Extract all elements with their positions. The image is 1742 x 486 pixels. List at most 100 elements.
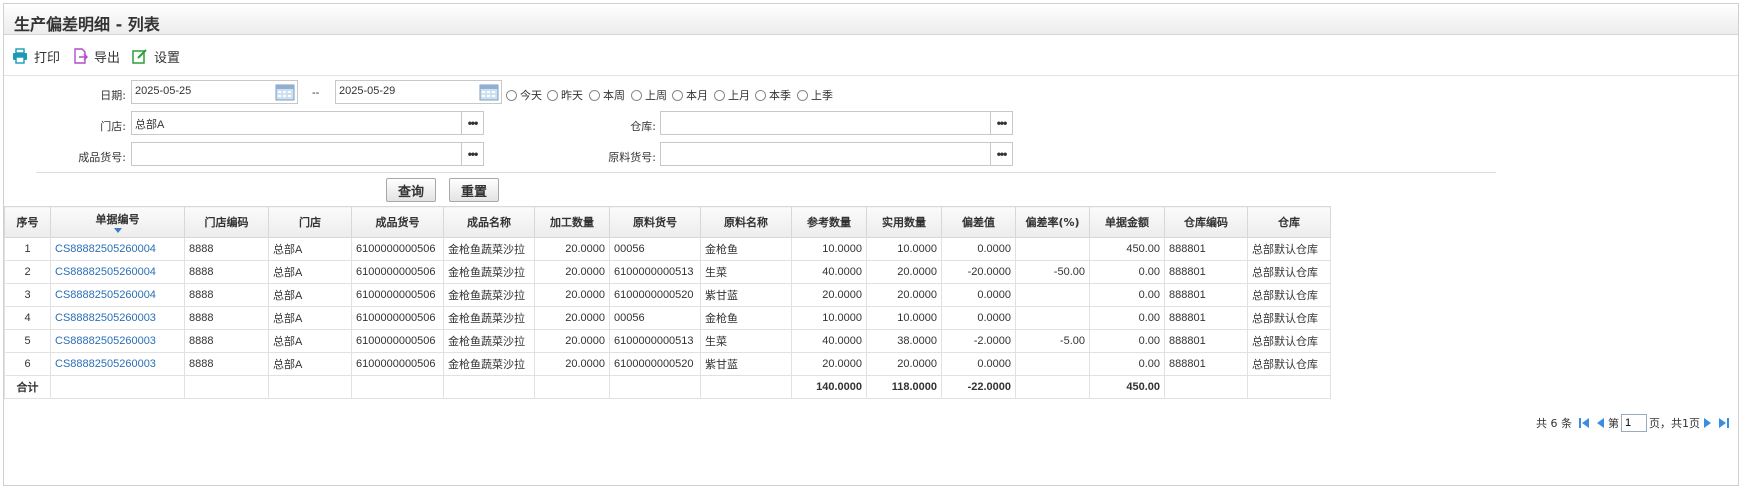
print-label: 打印 <box>34 50 61 66</box>
cell-material-code: 6100000000513 <box>609 260 701 284</box>
cell-actual-qty: 10.0000 <box>866 306 942 330</box>
product-code-label: 成品货号: <box>78 151 126 164</box>
table-row[interactable]: 1 CS88882505260004 8888 总部A 6100000000506 金枪鱼… <box>4 237 1331 261</box>
store-input[interactable]: 总部A ••• <box>131 111 484 135</box>
cell-process-qty: 20.0000 <box>534 237 610 261</box>
range-radio-yesterday[interactable]: 昨天 <box>547 87 583 103</box>
material-picker-button[interactable]: ••• <box>990 143 1012 165</box>
last-page-icon[interactable] <box>1718 417 1730 429</box>
column-header[interactable]: 参考数量 <box>791 206 867 238</box>
export-button[interactable]: 导出 <box>72 46 120 66</box>
cell-product-name: 金枪鱼蔬菜沙拉 <box>443 260 535 284</box>
cell-material-name: 生菜 <box>700 260 792 284</box>
cell-doc-number: CS88882505260004 <box>50 283 185 307</box>
cell-deviation-rate: -50.00 <box>1015 260 1090 284</box>
column-header[interactable]: 单据金额 <box>1089 206 1165 238</box>
range-radio-today[interactable]: 今天 <box>506 87 542 103</box>
column-header[interactable]: 原料名称 <box>700 206 792 238</box>
range-radio-last-week[interactable]: 上周 <box>631 87 667 103</box>
cell-deviation-value: -20.0000 <box>941 260 1016 284</box>
column-header[interactable]: 实用数量 <box>866 206 942 238</box>
cell-doc-amount: 0.00 <box>1089 306 1165 330</box>
doc-number-link[interactable]: CS88882505260004 <box>55 266 156 278</box>
range-radio-this-month[interactable]: 本月 <box>672 87 708 103</box>
doc-number-link[interactable]: CS88882505260003 <box>55 312 156 324</box>
column-header[interactable]: 仓库 <box>1247 206 1331 238</box>
column-header[interactable]: 偏差值 <box>941 206 1016 238</box>
radio-circle[interactable] <box>589 89 600 101</box>
table-row[interactable]: 3 CS88882505260004 8888 总部A 6100000000506 金枪鱼… <box>4 283 1331 307</box>
date-to-input[interactable]: 2025-05-29 <box>335 80 502 104</box>
column-header[interactable]: 仓库编码 <box>1164 206 1248 238</box>
date-from-value: 2025-05-25 <box>135 85 192 97</box>
table-row[interactable]: 5 CS88882505260003 8888 总部A 6100000000506 金枪鱼… <box>4 329 1331 353</box>
radio-circle[interactable] <box>755 89 766 101</box>
print-button[interactable]: 打印 <box>12 46 60 66</box>
cell-doc-amount: 450.00 <box>1089 237 1165 261</box>
column-header[interactable]: 序号 <box>4 206 51 238</box>
next-page-icon[interactable] <box>1702 417 1714 429</box>
cell-product-name: 金枪鱼蔬菜沙拉 <box>443 306 535 330</box>
warehouse-picker-button[interactable]: ••• <box>990 112 1012 134</box>
column-header[interactable]: 偏差率(%) <box>1015 206 1090 238</box>
column-header[interactable]: 成品货号 <box>351 206 444 238</box>
product-code-input[interactable]: ••• <box>131 142 484 166</box>
cell-deviation-rate <box>1015 306 1090 330</box>
table-row[interactable]: 4 CS88882505260003 8888 总部A 6100000000506 金枪鱼… <box>4 306 1331 330</box>
column-header[interactable]: 加工数量 <box>534 206 610 238</box>
radio-circle[interactable] <box>714 89 725 101</box>
cell-deviation-value: -2.0000 <box>941 329 1016 353</box>
column-header[interactable]: 门店编码 <box>184 206 269 238</box>
material-code-input[interactable]: ••• <box>660 142 1013 166</box>
doc-number-link[interactable]: CS88882505260003 <box>55 335 156 347</box>
page-number-input[interactable] <box>1621 414 1647 432</box>
product-picker-button[interactable]: ••• <box>461 143 483 165</box>
range-radio-last-month[interactable]: 上月 <box>714 87 750 103</box>
table-row[interactable]: 2 CS88882505260004 8888 总部A 6100000000506 金枪鱼… <box>4 260 1331 284</box>
calendar-icon[interactable] <box>275 83 295 101</box>
column-header[interactable]: 成品名称 <box>443 206 535 238</box>
warehouse-input[interactable]: ••• <box>660 111 1013 135</box>
page-title: 生产偏差明细 - 列表 <box>14 15 160 34</box>
doc-number-link[interactable]: CS88882505260004 <box>55 243 156 255</box>
first-page-icon[interactable] <box>1578 417 1590 429</box>
cell-warehouse-name: 总部默认仓库 <box>1247 260 1331 284</box>
table-body: 1 CS88882505260004 8888 总部A 6100000000506 金枪鱼… <box>4 237 1331 399</box>
cell-deviation-rate: -5.00 <box>1015 329 1090 353</box>
calendar-icon[interactable] <box>479 83 499 101</box>
cell-ref-qty: 10.0000 <box>791 306 867 330</box>
table-row[interactable]: 6 CS88882505260003 8888 总部A 6100000000506 金枪鱼… <box>4 352 1331 376</box>
cell-ref-qty: 20.0000 <box>791 283 867 307</box>
reset-button[interactable]: 重置 <box>449 178 499 202</box>
column-header-doc-no[interactable]: 单据编号 <box>50 206 185 238</box>
column-header[interactable]: 门店 <box>268 206 352 238</box>
column-header[interactable]: 原料货号 <box>609 206 701 238</box>
doc-number-link[interactable]: CS88882505260004 <box>55 289 156 301</box>
prev-page-icon[interactable] <box>1594 417 1606 429</box>
total-cell: 118.0000 <box>866 375 942 399</box>
cell-warehouse-code: 888801 <box>1164 352 1248 376</box>
date-from-input[interactable]: 2025-05-25 <box>131 80 298 104</box>
radio-circle[interactable] <box>672 89 683 101</box>
cell-product-name: 金枪鱼蔬菜沙拉 <box>443 329 535 353</box>
cell-store-name: 总部A <box>268 352 352 376</box>
range-radio-this-week[interactable]: 本周 <box>589 87 625 103</box>
cell-ref-qty: 20.0000 <box>791 352 867 376</box>
radio-circle[interactable] <box>547 89 558 101</box>
settings-button[interactable]: 设置 <box>132 46 180 66</box>
export-label: 导出 <box>94 50 121 66</box>
radio-circle[interactable] <box>797 89 808 101</box>
range-radio-last-quarter[interactable]: 上季 <box>797 87 833 103</box>
cell-warehouse-name: 总部默认仓库 <box>1247 237 1331 261</box>
radio-circle[interactable] <box>631 89 642 101</box>
range-radio-this-quarter[interactable]: 本季 <box>755 87 791 103</box>
column-header-label: 单据编号 <box>95 213 140 226</box>
radio-circle[interactable] <box>506 89 517 101</box>
cell-store-code: 8888 <box>184 306 269 330</box>
query-button[interactable]: 查询 <box>386 178 436 202</box>
cell-material-name: 金枪鱼 <box>700 237 792 261</box>
cell-doc-number: CS88882505260003 <box>50 306 185 330</box>
cell-material-code: 00056 <box>609 237 701 261</box>
doc-number-link[interactable]: CS88882505260003 <box>55 358 156 370</box>
store-picker-button[interactable]: ••• <box>461 112 483 134</box>
